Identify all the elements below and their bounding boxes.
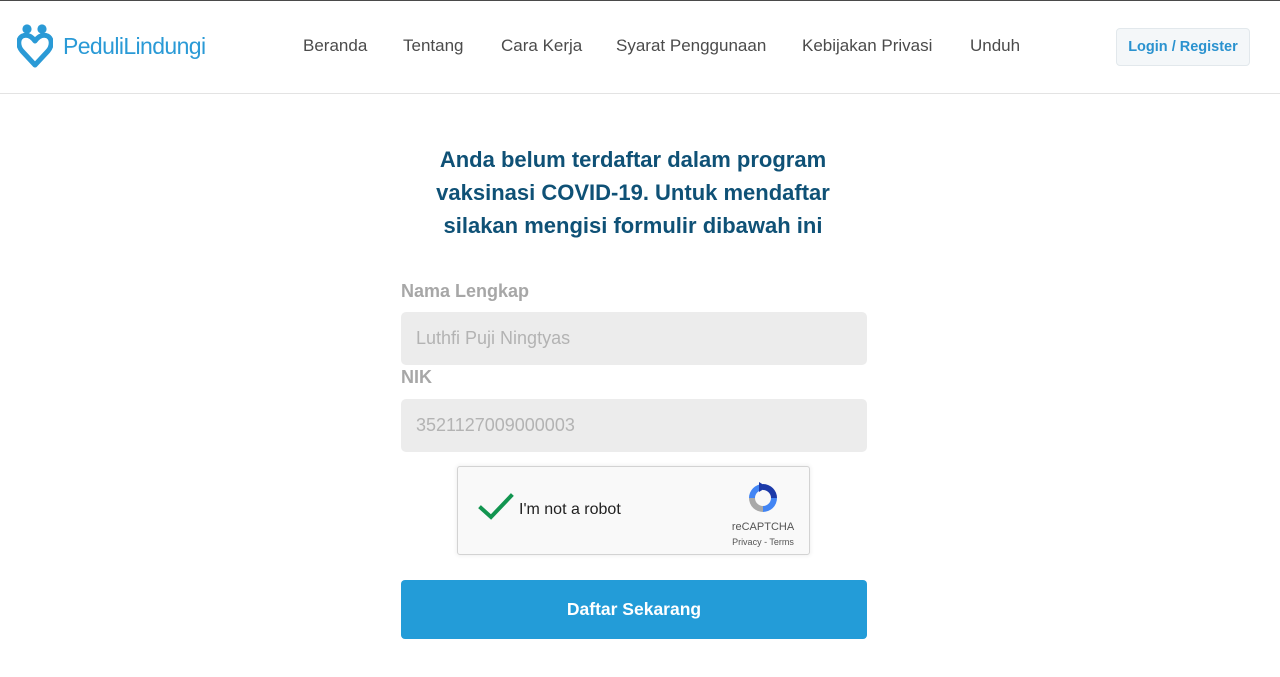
recaptcha-privacy-link[interactable]: Privacy [732, 537, 762, 547]
recaptcha-label[interactable]: I'm not a robot [519, 501, 621, 519]
top-header: PeduliLindungi Beranda Tentang Cara Kerj… [0, 1, 1280, 94]
nik-label: NIK [401, 367, 432, 387]
nav-kebijakan-privasi[interactable]: Kebijakan Privasi [802, 36, 932, 56]
nik-field[interactable]: 3521127009000003 [401, 399, 867, 452]
recaptcha-logo-icon [749, 482, 777, 512]
recaptcha-widget: I'm not a robot reCAPTCHA Privacy - Term… [457, 466, 810, 555]
nav-syarat-penggunaan[interactable]: Syarat Penggunaan [616, 36, 766, 56]
nav-tentang[interactable]: Tentang [403, 36, 464, 56]
nav-beranda[interactable]: Beranda [303, 36, 367, 56]
register-now-button[interactable]: Daftar Sekarang [401, 580, 867, 639]
heading-line: silakan mengisi formulir dibawah ini [443, 213, 823, 238]
nav-cara-kerja[interactable]: Cara Kerja [501, 36, 582, 56]
recaptcha-links: Privacy - Terms [713, 537, 813, 547]
recaptcha-terms-link[interactable]: Terms [769, 537, 794, 547]
full-name-field[interactable]: Luthfi Puji Ningtyas [401, 312, 867, 365]
main-nav: Beranda Tentang Cara Kerja Syarat Penggu… [0, 36, 1280, 60]
heading-line: Anda belum terdaftar dalam program [439, 147, 827, 172]
login-register-button[interactable]: Login / Register [1116, 28, 1250, 66]
page: PeduliLindungi Beranda Tentang Cara Kerj… [0, 0, 1280, 677]
heading-line: vaksinasi COVID-19. Untuk mendaftar [436, 180, 830, 205]
recaptcha-brand: reCAPTCHA [731, 521, 795, 533]
checkmark-icon[interactable] [478, 493, 514, 521]
page-heading: Anda belum terdaftar dalam program vaksi… [400, 143, 866, 242]
nav-unduh[interactable]: Unduh [970, 36, 1020, 56]
full-name-label: Nama Lengkap [401, 281, 530, 301]
